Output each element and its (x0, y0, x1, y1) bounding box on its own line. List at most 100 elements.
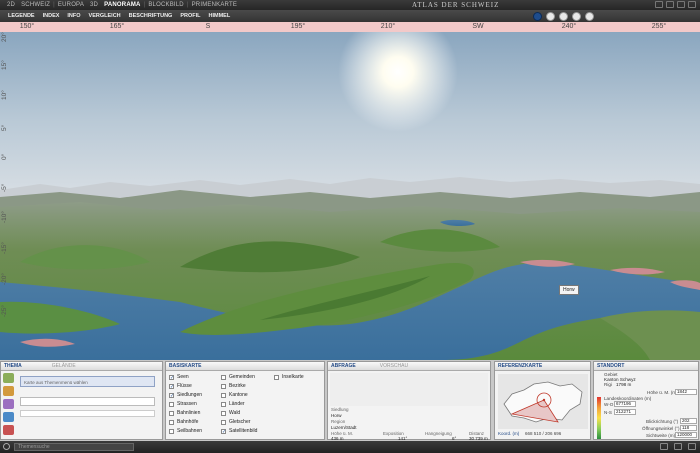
print-icon[interactable] (660, 443, 668, 450)
switzerland-outline[interactable] (498, 374, 588, 429)
layer-gletscher[interactable]: Gletscher (221, 419, 250, 425)
menu-info[interactable]: INFO (63, 13, 84, 19)
history-icon[interactable] (3, 425, 14, 435)
elevation-scale: 20° 15° 10° 5° 0° -5° -10° -15° -20° -25… (0, 32, 12, 360)
layer-bahnlinien[interactable]: Bahnlinien (169, 410, 200, 416)
pan-icon[interactable] (572, 12, 581, 21)
menu-index[interactable]: INDEX (39, 13, 64, 19)
tab-gelaende[interactable]: GELÄNDE (28, 362, 82, 370)
layer-seilbahnen[interactable]: Seilbahnen (169, 428, 202, 434)
wo-input[interactable]: 677196 (614, 401, 636, 407)
info-icon[interactable] (585, 12, 594, 21)
reference-map[interactable] (498, 374, 588, 429)
checkbox[interactable] (221, 401, 226, 407)
menu-profil[interactable]: PROFIL (176, 13, 204, 19)
checkbox[interactable]: ✓ (169, 383, 174, 389)
people-icon[interactable] (3, 386, 14, 396)
close-icon[interactable] (688, 1, 696, 8)
checkbox[interactable] (221, 419, 226, 425)
window-controls (655, 1, 696, 8)
navigate-icon[interactable] (533, 12, 542, 21)
layer-bahnhoefe[interactable]: Bahnhöfe (169, 419, 198, 425)
bottom-bar: Themensuche (0, 441, 700, 453)
menu-himmel[interactable]: HIMMEL (205, 13, 235, 19)
nav-2d[interactable]: 2D (4, 2, 18, 8)
checkbox[interactable] (221, 392, 226, 398)
nav-blockbild[interactable]: BLOCKBILD (145, 2, 186, 8)
theme-subselect[interactable] (20, 397, 155, 406)
checkbox[interactable] (274, 374, 279, 380)
view-tools (533, 12, 594, 21)
ns-label: N-S (604, 410, 612, 415)
nav-3d[interactable]: 3D (87, 2, 101, 8)
layer-kantone[interactable]: Kantone (221, 392, 248, 398)
checkbox[interactable] (221, 410, 226, 416)
menu-vergleich[interactable]: VERGLEICH (85, 13, 125, 19)
layer-fluesse[interactable]: ✓ Flüsse (169, 383, 192, 389)
theme-slider[interactable] (20, 410, 155, 417)
menu-beschriftung[interactable]: BESCHRIFTUNG (125, 13, 177, 19)
layer-inselkarte[interactable]: Inselkarte (274, 374, 304, 380)
checkbox[interactable]: ✓ (169, 374, 174, 380)
elevation-label: -15° (1, 242, 8, 254)
settings-icon[interactable] (688, 443, 696, 450)
sichtweite-input[interactable]: 120000 (675, 432, 697, 438)
tab-abfrage[interactable]: ABFRAGE (331, 362, 362, 370)
checkbox[interactable] (169, 401, 174, 407)
panorama-render[interactable] (0, 32, 700, 360)
zoom-icon[interactable] (559, 12, 568, 21)
tab-vorschau[interactable]: VORSCHAU (362, 362, 414, 370)
menu-legende[interactable]: LEGENDE (4, 13, 39, 19)
layer-laender[interactable]: Länder (221, 401, 245, 407)
region-value: Luzern/Stadt (331, 425, 357, 430)
menu-bar: LEGENDE INDEX INFO VERGLEICH BESCHRIFTUN… (0, 10, 700, 22)
mode-nav: 2D SCHWEIZ | EUROPA 3D PANORAMA | BLOCKB… (0, 2, 240, 8)
compass-label: SW (472, 23, 484, 30)
tab-thema[interactable]: THEMA (4, 362, 28, 370)
checkbox[interactable] (221, 374, 226, 380)
checkbox[interactable] (169, 410, 174, 416)
wo-label: W-O (604, 402, 614, 407)
rotate-icon[interactable] (546, 12, 555, 21)
layer-seen[interactable]: ✓ Seen (169, 374, 189, 380)
siedlung-label: Siedlung (331, 407, 349, 412)
blick-input[interactable]: 202 (680, 418, 697, 424)
search-input[interactable]: Themensuche (14, 443, 134, 451)
help-icon[interactable] (666, 1, 674, 8)
theme-select[interactable]: Karte aus Themenmenü wählen (20, 376, 155, 387)
society-icon[interactable] (3, 399, 14, 409)
layer-gemeinden[interactable]: Gemeinden (221, 374, 255, 380)
nav-schweiz[interactable]: SCHWEIZ (18, 2, 53, 8)
nav-europa[interactable]: EUROPA (55, 2, 87, 8)
elevation-label: -5° (1, 183, 8, 192)
elevation-label: 10° (1, 90, 8, 100)
compass-label: 165° (109, 23, 125, 30)
search-icon[interactable] (3, 443, 10, 450)
layer-wald[interactable]: Wald (221, 410, 240, 416)
checkbox[interactable] (169, 419, 174, 425)
export-icon[interactable] (674, 443, 682, 450)
layer-bezirke[interactable]: Bezirke (221, 383, 246, 389)
standort-title: STANDORT (597, 363, 625, 369)
ns-input[interactable]: 212271 (614, 409, 636, 415)
checkbox[interactable] (169, 428, 174, 434)
checkbox[interactable] (221, 383, 226, 389)
nature-icon[interactable] (3, 373, 14, 383)
maximize-icon[interactable] (677, 1, 685, 8)
nav-panorama[interactable]: PANORAMA (101, 2, 144, 8)
panorama-view[interactable] (0, 32, 700, 360)
region-label: Region (331, 419, 346, 424)
checkbox[interactable]: ✓ (221, 428, 226, 434)
elevation-label: -25° (1, 305, 8, 317)
hoehe-input[interactable]: 1842 (675, 389, 697, 395)
minimize-icon[interactable] (655, 1, 663, 8)
oeffnung-input[interactable]: 118 (680, 425, 697, 431)
checkbox[interactable]: ✓ (169, 392, 174, 398)
layer-siedlungen[interactable]: ✓ Siedlungen (169, 392, 202, 398)
economy-icon[interactable] (3, 412, 14, 422)
layer-satellitenbild[interactable]: ✓ Satellitenbild (221, 428, 257, 434)
thema-panel: THEMA GELÄNDE Karte aus Themenmenü wähle… (0, 361, 163, 440)
nav-primenkarte[interactable]: PRIMENKARTE (189, 2, 240, 8)
layer-strassen[interactable]: Strassen (169, 401, 197, 407)
elevation-label: -10° (1, 211, 8, 223)
